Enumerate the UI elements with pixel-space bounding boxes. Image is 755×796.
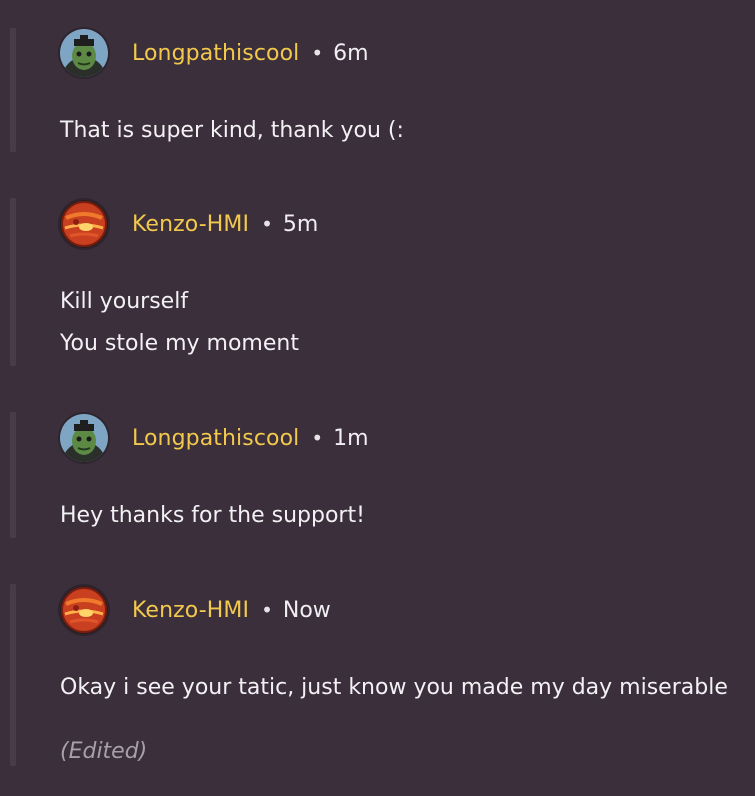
- edited-label: (Edited): [60, 739, 148, 764]
- timestamp: 6m: [333, 40, 369, 66]
- comment-header: Kenzo-HMI • Now: [60, 584, 331, 636]
- green-character-avatar-icon[interactable]: [60, 414, 108, 462]
- timestamp: 5m: [282, 211, 319, 237]
- comment-text: That is super kind, thank you (:: [60, 118, 404, 143]
- separator-dot: •: [261, 212, 273, 236]
- thread-rail[interactable]: [10, 28, 16, 152]
- comment-text: Okay i see your tatic, just know you mad…: [60, 675, 728, 700]
- comment-text: Hey thanks for the support!: [60, 503, 365, 528]
- orange-planet-avatar-icon[interactable]: [60, 200, 108, 248]
- comment-text: Kill yourself: [60, 289, 189, 314]
- separator-dot: •: [311, 41, 324, 65]
- timestamp: 1m: [333, 425, 369, 451]
- username-link[interactable]: Longpathiscool: [132, 426, 299, 451]
- separator-dot: •: [261, 598, 273, 622]
- thread-rail[interactable]: [10, 584, 16, 766]
- username-link[interactable]: Kenzo-HMI: [132, 598, 249, 623]
- username-link[interactable]: Kenzo-HMI: [132, 212, 249, 237]
- separator-dot: •: [311, 426, 324, 450]
- thread-rail[interactable]: [10, 412, 16, 538]
- comment-text: You stole my moment: [60, 331, 299, 356]
- thread-rail[interactable]: [10, 198, 16, 366]
- green-character-avatar-icon[interactable]: [60, 29, 108, 77]
- orange-planet-avatar-icon[interactable]: [60, 586, 108, 634]
- comment-header: Kenzo-HMI • 5m: [60, 198, 318, 250]
- comment-thread: Longpathiscool • 6m That is super kind, …: [0, 0, 755, 796]
- comment-header: Longpathiscool • 1m: [60, 412, 369, 464]
- comment-header: Longpathiscool • 6m: [60, 27, 369, 79]
- username-link[interactable]: Longpathiscool: [132, 41, 299, 66]
- timestamp: Now: [282, 597, 331, 623]
